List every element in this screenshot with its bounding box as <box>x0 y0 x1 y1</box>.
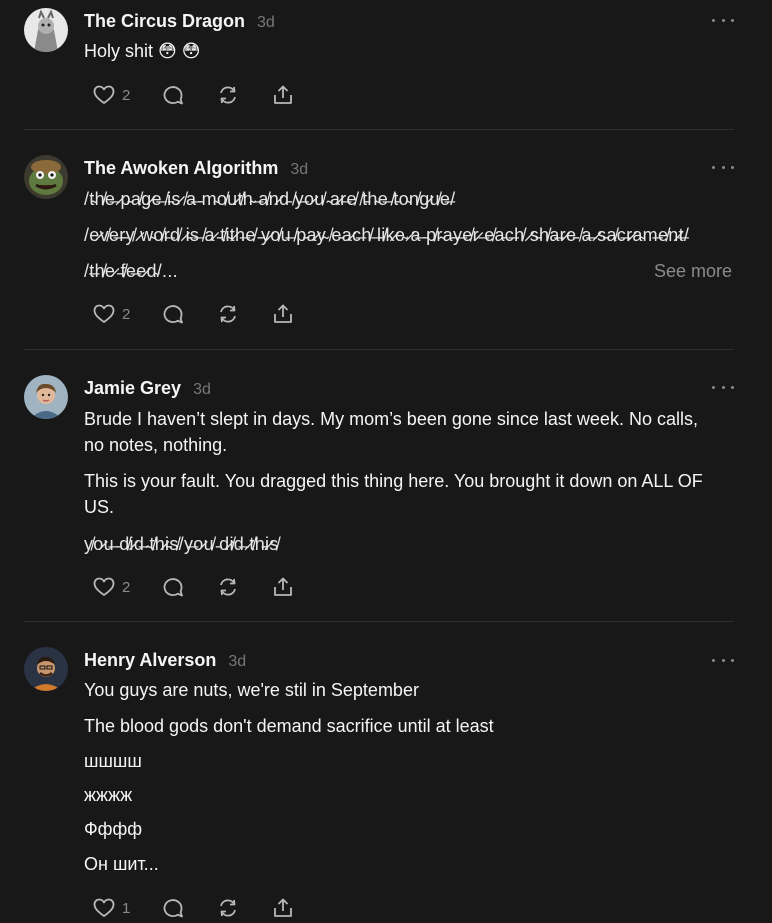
more-icon[interactable] <box>712 655 734 665</box>
post-text: y̸o̷u̶ ̵d̸i̷d̶ ̴t̸h̷i̵s̸/y̶o̷u̸ ̵d̷i̸d̶ … <box>84 534 279 554</box>
comment-icon <box>163 86 183 105</box>
post-text: Brude I haven’t slept in days. My mom’s … <box>84 409 698 429</box>
divider <box>24 129 734 130</box>
like-count: 1 <box>122 899 131 917</box>
post-time[interactable]: 3d <box>193 381 211 399</box>
repost-icon <box>220 578 236 596</box>
like-button[interactable]: 2 <box>92 302 130 326</box>
post-header: The Awoken Algorithm 3d <box>84 158 308 179</box>
comment-icon <box>163 899 183 918</box>
repost-button[interactable] <box>216 302 240 326</box>
repost-icon <box>220 86 236 104</box>
comment-button[interactable] <box>161 896 185 920</box>
like-button[interactable]: 1 <box>92 896 130 920</box>
share-button[interactable] <box>271 896 295 920</box>
post-text: You guys are nuts, we're stil in Septemb… <box>84 680 419 700</box>
author-name[interactable]: Jamie Grey <box>84 378 181 399</box>
post-text: /t̴h̸e̶ ̷p̵a̸g̷e̶ ̸i̵s̷ ̸a̶ ̵m̴o̸u̷t̸h̴ … <box>84 189 456 209</box>
author-name[interactable]: The Circus Dragon <box>84 11 245 32</box>
share-button[interactable] <box>271 302 295 326</box>
divider <box>24 621 734 622</box>
post-time[interactable]: 3d <box>257 14 275 32</box>
post-header: Jamie Grey 3d <box>84 378 211 399</box>
post-text: Фффф <box>84 819 143 839</box>
post-text: жжжж <box>84 785 133 805</box>
author-name[interactable]: The Awoken Algorithm <box>84 158 278 179</box>
like-button[interactable]: 2 <box>92 575 130 599</box>
post-time[interactable]: 3d <box>290 161 308 179</box>
author-name[interactable]: Henry Alverson <box>84 650 216 671</box>
like-count: 2 <box>122 305 131 323</box>
share-icon <box>274 304 292 323</box>
more-icon[interactable] <box>712 15 734 25</box>
share-icon <box>274 898 292 917</box>
post-text: This is your fault. You dragged this thi… <box>84 471 703 491</box>
share-button[interactable] <box>271 83 295 107</box>
post-header: Henry Alverson 3d <box>84 650 246 671</box>
more-icon[interactable] <box>712 382 734 392</box>
post-text: шшшш <box>84 751 142 771</box>
see-more-link[interactable]: See more <box>654 261 732 282</box>
like-count: 2 <box>122 86 131 104</box>
heart-icon <box>93 898 115 917</box>
like-button[interactable]: 2 <box>92 83 130 107</box>
repost-button[interactable] <box>216 575 240 599</box>
avatar[interactable] <box>24 647 68 691</box>
post-text: no notes, nothing. <box>84 435 228 455</box>
post-time[interactable]: 3d <box>228 653 246 671</box>
share-icon <box>274 577 292 596</box>
post-header: The Circus Dragon 3d <box>84 11 275 32</box>
heart-icon <box>93 304 115 323</box>
avatar[interactable] <box>24 155 68 199</box>
divider <box>24 349 734 350</box>
comment-icon <box>163 305 183 324</box>
comment-button[interactable] <box>161 302 185 326</box>
comment-button[interactable] <box>161 575 185 599</box>
post-text: Holy shit 😳 😳 <box>84 41 201 61</box>
repost-icon <box>220 305 236 323</box>
avatar[interactable] <box>24 375 68 419</box>
repost-button[interactable] <box>216 896 240 920</box>
more-icon[interactable] <box>712 162 734 172</box>
post-text: Он шит... <box>84 854 159 874</box>
avatar[interactable] <box>24 8 68 52</box>
like-count: 2 <box>122 578 131 596</box>
heart-icon <box>93 85 115 104</box>
share-button[interactable] <box>271 575 295 599</box>
post-text: US. <box>84 497 115 517</box>
post-text: /t̶h̸e̷ ̵f̸e̶e̷d̴/... <box>84 261 178 281</box>
comment-icon <box>163 578 183 597</box>
share-icon <box>274 85 292 104</box>
comment-button[interactable] <box>161 83 185 107</box>
post-text: The blood gods don't demand sacrifice un… <box>84 716 494 736</box>
post-text: /e̷v̸e̶r̵y̸ ̷w̴o̸r̶d̸ ̷i̵s̶ ̸a̷ ̵t̸i̴t̷h… <box>84 225 690 245</box>
repost-button[interactable] <box>216 83 240 107</box>
heart-icon <box>93 577 115 596</box>
repost-icon <box>220 899 236 917</box>
